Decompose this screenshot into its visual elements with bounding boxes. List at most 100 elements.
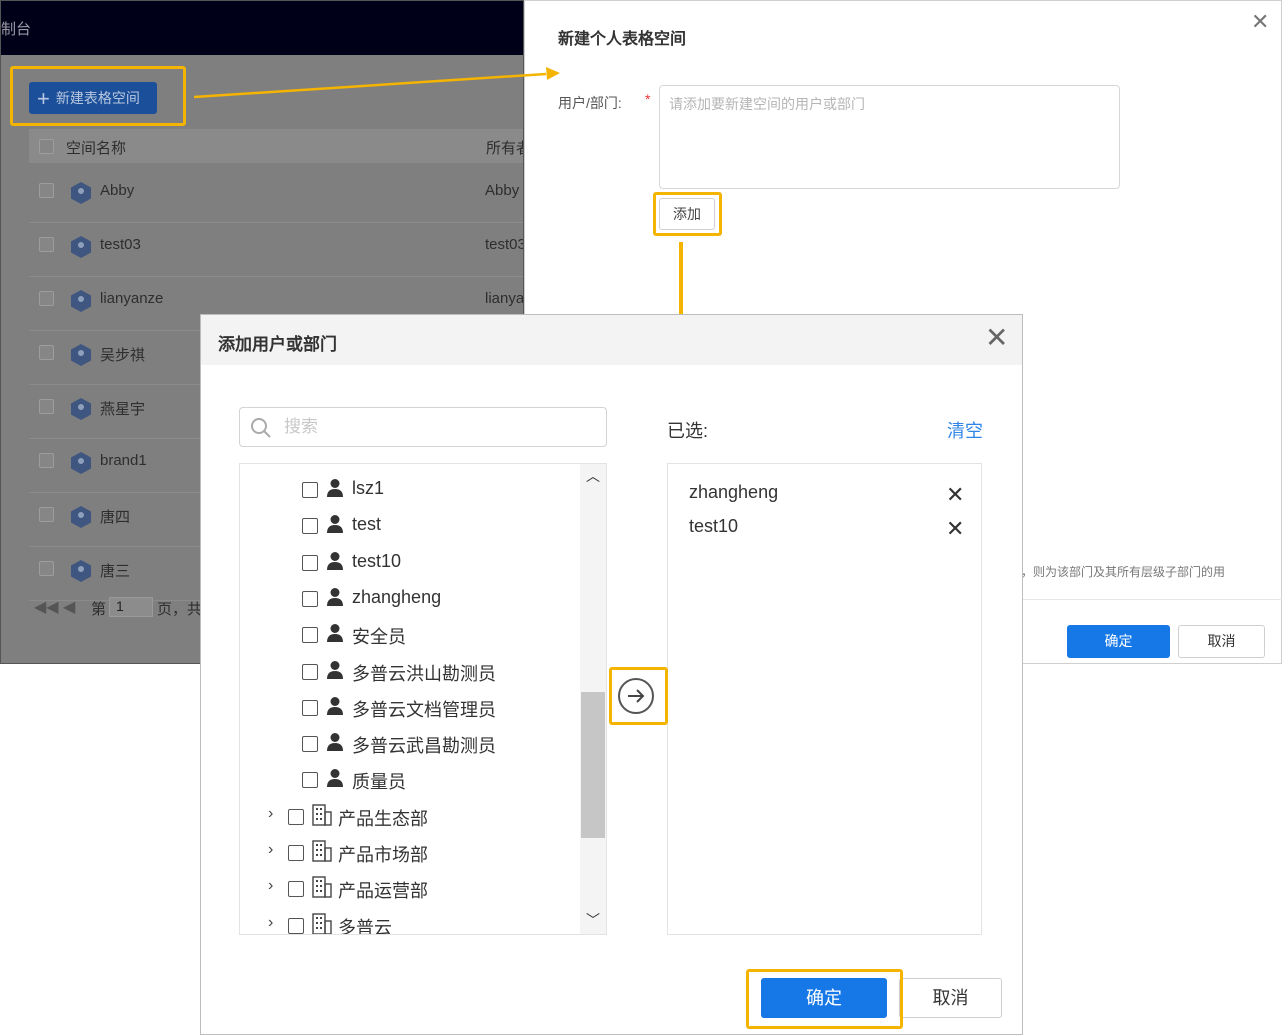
tree-item-label: 多普云武昌勘测员 xyxy=(352,736,496,757)
chevron-right-icon[interactable]: › xyxy=(268,805,273,823)
remove-icon[interactable]: ✕ xyxy=(946,518,964,540)
tree-checkbox[interactable] xyxy=(302,772,318,789)
tree-checkbox[interactable] xyxy=(302,482,318,498)
footer-divider xyxy=(1021,599,1282,600)
clear-link[interactable]: 清空 xyxy=(947,417,983,443)
space-name[interactable]: 唐四 xyxy=(100,506,130,527)
user-icon xyxy=(326,732,344,752)
highlight-new-space-button xyxy=(10,66,186,126)
selected-list: zhangheng ✕ test10 ✕ xyxy=(667,463,982,935)
scroll-up-icon[interactable]: ︿ xyxy=(586,466,600,486)
row-checkbox[interactable] xyxy=(39,399,54,414)
user-dept-label: 用户/部门: xyxy=(558,95,622,111)
select-all-checkbox[interactable] xyxy=(39,139,54,154)
tree-item-user[interactable]: test xyxy=(240,512,580,542)
space-name[interactable]: 吴步祺 xyxy=(100,344,145,365)
user-icon xyxy=(326,623,344,643)
row-checkbox[interactable] xyxy=(39,453,54,468)
tree-item-label: 产品市场部 xyxy=(338,845,428,865)
space-icon xyxy=(71,452,91,474)
panel-cancel-button[interactable]: 取消 xyxy=(1178,625,1265,658)
selected-label: 已选: xyxy=(667,421,709,441)
space-owner: Abby xyxy=(485,182,520,199)
space-name[interactable]: 唐三 xyxy=(100,560,130,581)
space-owner: lianya xyxy=(485,290,524,307)
top-header: 制台 xyxy=(1,1,523,55)
space-name[interactable]: brand1 xyxy=(100,452,147,469)
panel-ok-button[interactable]: 确定 xyxy=(1067,625,1170,658)
tree-item-user[interactable]: 多普云洪山勘测员 xyxy=(240,658,580,688)
row-checkbox[interactable] xyxy=(39,291,54,306)
search-input[interactable] xyxy=(284,414,584,440)
tree-item-label: 多普云文档管理员 xyxy=(352,699,496,720)
tree-checkbox[interactable] xyxy=(288,917,304,934)
row-checkbox[interactable] xyxy=(39,561,54,576)
tree-checkbox[interactable] xyxy=(302,554,318,571)
tree-checkbox[interactable] xyxy=(302,663,318,680)
tree-checkbox[interactable] xyxy=(302,736,318,753)
space-name[interactable]: lianyanze xyxy=(100,290,163,307)
tree-checkbox[interactable] xyxy=(288,845,304,861)
dialog-header: 添加用户或部门 ✕ xyxy=(201,315,1022,365)
space-name[interactable]: Abby xyxy=(100,182,134,199)
row-checkbox[interactable] xyxy=(39,183,54,198)
row-checkbox[interactable] xyxy=(39,237,54,252)
row-checkbox[interactable] xyxy=(39,345,54,360)
tree-item-user[interactable]: 质量员 xyxy=(240,766,580,796)
chevron-right-icon[interactable]: › xyxy=(268,914,273,932)
dialog-title: 添加用户或部门 xyxy=(218,335,337,354)
tree-checkbox[interactable] xyxy=(288,808,304,825)
first-page-icon[interactable]: ◀◀ xyxy=(34,597,59,617)
tree-checkbox[interactable] xyxy=(302,518,318,535)
search-box xyxy=(239,407,607,447)
row-divider xyxy=(29,276,523,277)
tree-item-dept[interactable]: › 产品市场部 xyxy=(240,839,580,869)
required-mark: * xyxy=(645,91,651,107)
tree-checkbox[interactable] xyxy=(288,881,304,898)
tree-item-user[interactable]: lsz1 xyxy=(240,476,580,506)
row-checkbox[interactable] xyxy=(39,507,54,522)
user-icon xyxy=(326,696,344,716)
tree-item-user[interactable]: zhangheng xyxy=(240,585,580,615)
tree-item-user[interactable]: 多普云武昌勘测员 xyxy=(240,730,580,760)
space-icon xyxy=(71,182,91,204)
highlight-add-button xyxy=(653,192,722,236)
user-icon xyxy=(326,660,344,680)
space-icon xyxy=(71,506,91,528)
scrollbar-thumb[interactable] xyxy=(581,692,605,838)
tree-item-dept[interactable]: › 多普云 xyxy=(240,912,580,934)
hint-text: ，则为该部门及其所有层级子部门的用 xyxy=(1021,565,1226,579)
tree-checkbox[interactable] xyxy=(302,699,318,716)
column-header-name: 空间名称 xyxy=(66,140,127,157)
close-icon[interactable]: ✕ xyxy=(985,324,1008,352)
tree-item-user[interactable]: 安全员 xyxy=(240,621,580,651)
user-dept-field[interactable]: 请添加要新建空间的用户或部门 xyxy=(659,85,1120,189)
tree-item-label: 产品生态部 xyxy=(338,808,428,829)
tree-checkbox[interactable] xyxy=(302,590,318,607)
chevron-right-icon[interactable]: › xyxy=(268,877,273,895)
remove-icon[interactable]: ✕ xyxy=(946,484,964,506)
user-icon xyxy=(326,768,344,788)
dialog-cancel-button[interactable]: 取消 xyxy=(899,978,1002,1018)
chevron-right-icon[interactable]: › xyxy=(268,841,273,859)
space-name[interactable]: 燕星宇 xyxy=(100,398,145,419)
scroll-down-icon[interactable]: ﹀ xyxy=(586,910,600,930)
tree-item-label: zhangheng xyxy=(352,586,442,607)
page-number-input[interactable]: 1 xyxy=(109,597,153,617)
tree-item-label: test xyxy=(352,514,382,535)
tree-item-dept[interactable]: › 产品生态部 xyxy=(240,803,580,833)
tree-scrollbar[interactable]: ︿ ﹀ xyxy=(580,464,606,934)
space-name[interactable]: test03 xyxy=(100,236,141,253)
selected-item: zhangheng xyxy=(689,482,779,502)
prev-page-icon[interactable]: ◀ xyxy=(63,597,75,617)
close-icon[interactable]: ✕ xyxy=(1251,9,1269,35)
tree-item-user[interactable]: test10 xyxy=(240,549,580,579)
space-icon xyxy=(71,398,91,420)
space-icon xyxy=(71,236,91,258)
user-icon xyxy=(326,551,344,571)
tree-item-dept[interactable]: › 产品运营部 xyxy=(240,875,580,905)
tree-item-user[interactable]: 多普云文档管理员 xyxy=(240,694,580,724)
tree-item-label: 安全员 xyxy=(352,627,406,648)
user-icon xyxy=(326,514,344,534)
tree-checkbox[interactable] xyxy=(302,627,318,644)
